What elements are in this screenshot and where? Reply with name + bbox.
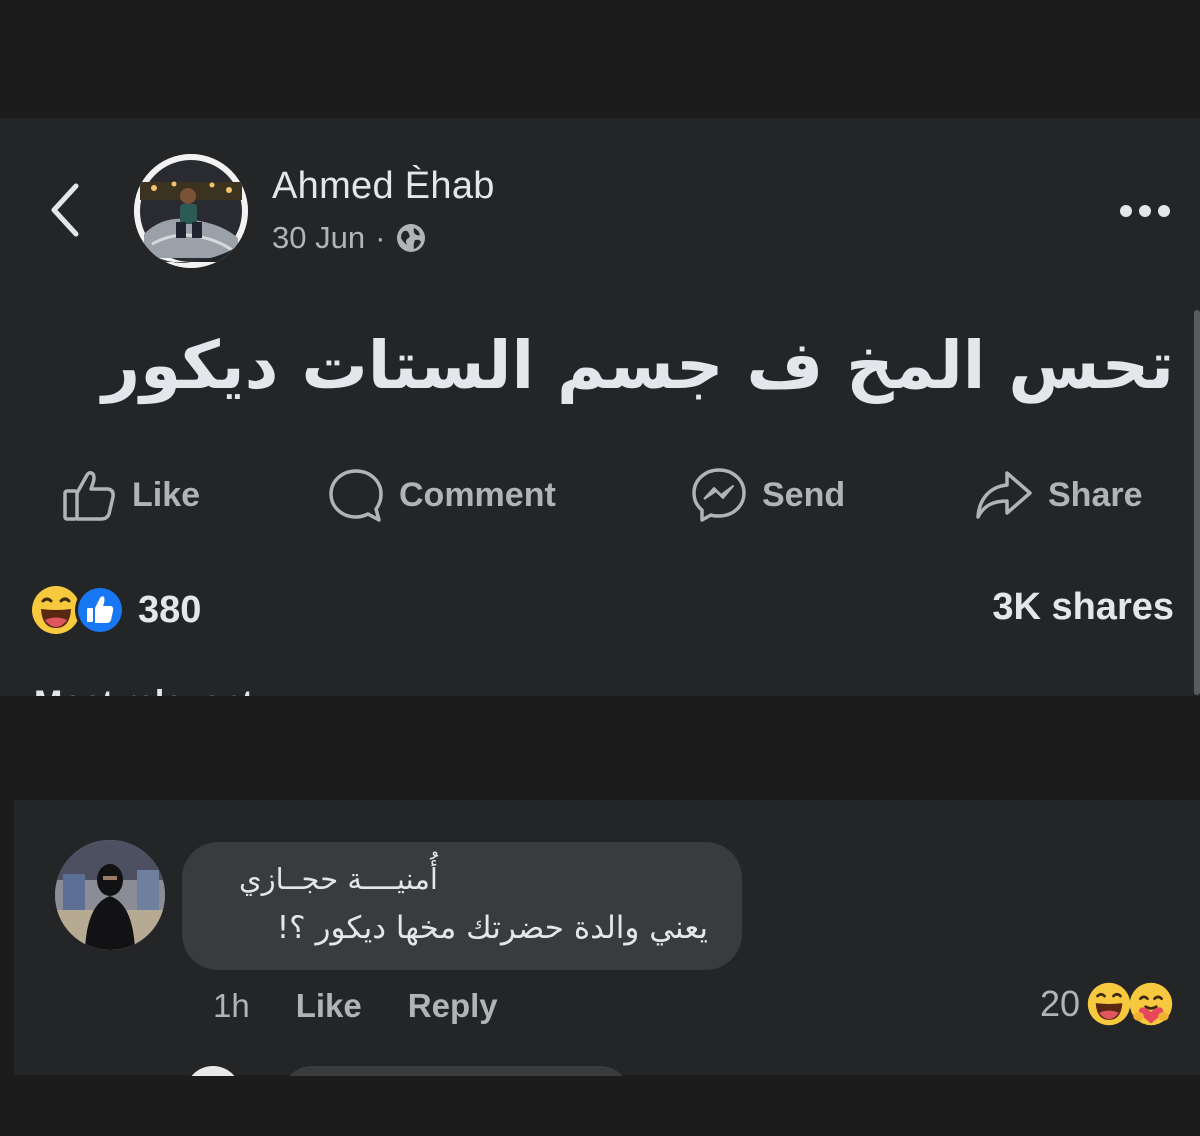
post-date[interactable]: 30 Jun xyxy=(272,220,365,256)
section-divider xyxy=(0,696,1200,800)
comment-sort-label: Most relevant xyxy=(34,684,253,696)
meta-separator: · xyxy=(375,220,386,255)
send-label: Send xyxy=(762,475,846,514)
comment-time: 1h xyxy=(213,987,250,1024)
author-avatar[interactable] xyxy=(134,154,248,268)
commenter-name[interactable]: أُمنيــــة حجــازي xyxy=(210,862,438,906)
send-button[interactable]: Send xyxy=(690,462,845,528)
post-text: تحس المخ ف جسم الستات ديكور xyxy=(102,327,1174,404)
scrollbar[interactable] xyxy=(1194,310,1200,695)
thumbs-up-icon xyxy=(63,470,115,521)
screen: Ahmed Èhab 30 Jun · تحس المخ ف جسم الستا… xyxy=(0,0,1200,1136)
next-commenter-avatar[interactable] xyxy=(185,1066,241,1076)
author-name[interactable]: Ahmed Èhab xyxy=(272,165,495,208)
like-label: Like xyxy=(132,475,201,514)
haha-reaction-icon xyxy=(1087,982,1131,1026)
share-arrow-icon xyxy=(976,471,1032,519)
commenter-avatar[interactable] xyxy=(55,840,165,950)
more-options-button[interactable] xyxy=(1110,196,1180,226)
comment-reactions[interactable]: 20 xyxy=(1040,978,1174,1030)
comment-actions: 1h Like Reply xyxy=(213,982,498,1030)
share-button[interactable]: Share xyxy=(974,462,1143,528)
comment-sort-toggle[interactable]: Most relevant xyxy=(34,678,294,696)
post-meta: 30 Jun · xyxy=(272,218,427,258)
comment-reply-button[interactable]: Reply xyxy=(408,987,498,1025)
chevron-left-icon xyxy=(51,183,79,237)
care-reaction-icon xyxy=(1129,982,1173,1026)
globe-icon[interactable] xyxy=(395,222,427,254)
post-reactions[interactable]: 380 xyxy=(30,582,201,638)
comment-label: Comment xyxy=(399,475,556,514)
comment-text: يعني والدة حضرتك مخها ديكور ؟! xyxy=(276,910,708,946)
comment-like-button[interactable]: Like xyxy=(296,987,362,1025)
like-reaction-icon xyxy=(75,585,125,635)
like-button[interactable]: Like xyxy=(62,462,200,528)
comment-button[interactable]: Comment xyxy=(327,462,556,528)
comment-bubble-icon xyxy=(329,469,383,522)
back-button[interactable] xyxy=(44,180,88,240)
shares-count[interactable]: 3K shares xyxy=(992,586,1174,629)
share-label: Share xyxy=(1048,475,1143,514)
messenger-icon xyxy=(692,468,746,522)
more-dots-icon xyxy=(1120,205,1132,217)
reaction-count: 380 xyxy=(138,588,202,631)
next-comment-bubble[interactable] xyxy=(282,1066,630,1076)
comment-reaction-count: 20 xyxy=(1039,983,1080,1024)
